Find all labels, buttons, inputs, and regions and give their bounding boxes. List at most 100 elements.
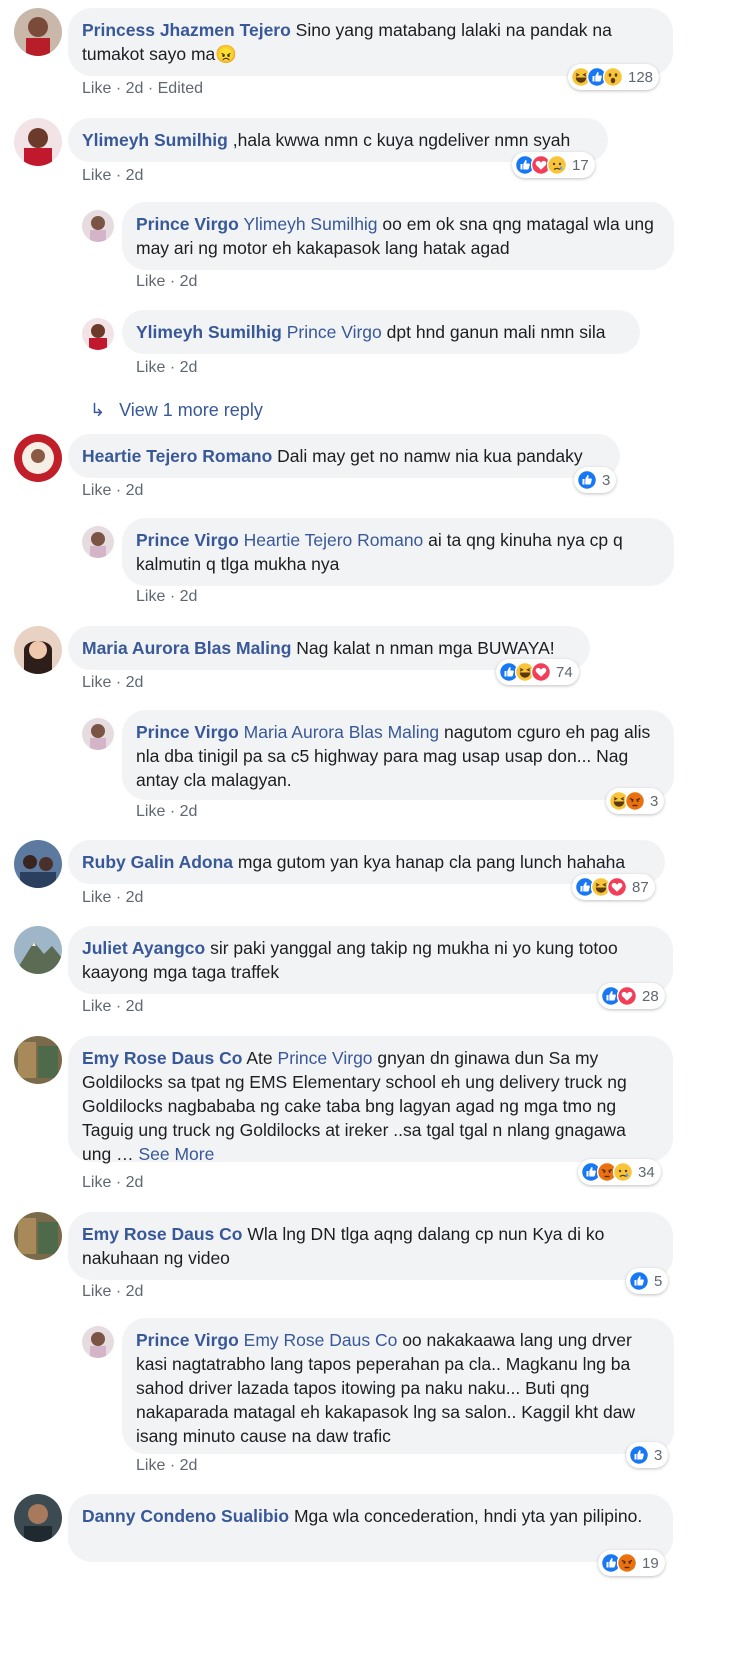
avatar[interactable] <box>14 1036 62 1084</box>
comment-meta: Like · 2d <box>82 167 144 184</box>
avatar[interactable] <box>82 318 114 350</box>
avatar[interactable] <box>82 526 114 558</box>
reply-bubble: Prince Virgo Emy Rose Daus Co oo nakakaa… <box>122 1318 674 1454</box>
timestamp[interactable]: 2d <box>126 482 144 499</box>
reaction-summary[interactable]: 87 <box>572 874 655 900</box>
reply-bubble: Prince Virgo Heartie Tejero Romano ai ta… <box>122 518 674 586</box>
reply-arrow-icon: ↳ <box>90 400 106 420</box>
like-link[interactable]: Like <box>82 482 111 499</box>
comment-author[interactable]: Ylimeyh Sumilhig <box>82 130 228 150</box>
avatar[interactable] <box>14 1212 62 1260</box>
like-link[interactable]: Like <box>136 1457 165 1474</box>
timestamp[interactable]: 2d <box>126 998 144 1015</box>
like-link[interactable]: Like <box>136 803 165 820</box>
reply-author[interactable]: Prince Virgo <box>136 1330 239 1350</box>
comment-meta: Like · 2d <box>82 1283 144 1300</box>
reaction-summary[interactable]: 3 <box>626 1442 669 1468</box>
reaction-summary[interactable]: 3 <box>574 467 617 493</box>
reply-text: dpt hnd ganun mali nmn sila <box>386 322 606 342</box>
mention-link[interactable]: Heartie Tejero Romano <box>244 530 424 550</box>
timestamp[interactable]: 2d <box>180 359 198 376</box>
love-icon <box>617 986 637 1006</box>
reaction-summary[interactable]: 34 <box>578 1159 661 1185</box>
sad-icon <box>613 1162 633 1182</box>
like-link[interactable]: Like <box>82 998 111 1015</box>
timestamp[interactable]: 2d <box>126 1283 144 1300</box>
comment-meta: Like · 2d <box>82 674 144 691</box>
like-link[interactable]: Like <box>136 273 165 290</box>
like-link[interactable]: Like <box>82 1174 111 1191</box>
timestamp[interactable]: 2d <box>126 167 144 184</box>
reply-author[interactable]: Prince Virgo <box>136 722 239 742</box>
like-link[interactable]: Like <box>82 167 111 184</box>
reaction-summary[interactable]: 5 <box>626 1268 669 1294</box>
timestamp[interactable]: 2d <box>126 80 144 97</box>
timestamp[interactable]: 2d <box>126 889 144 906</box>
avatar[interactable] <box>14 926 62 974</box>
timestamp[interactable]: 2d <box>180 803 198 820</box>
reaction-summary[interactable]: 128 <box>568 64 660 90</box>
comment-author[interactable]: Danny Condeno Sualibio <box>82 1506 289 1526</box>
avatar[interactable] <box>14 840 62 888</box>
avatar[interactable] <box>14 1494 62 1542</box>
angry-icon <box>617 1553 637 1573</box>
comment-author[interactable]: Heartie Tejero Romano <box>82 446 272 466</box>
like-icon <box>577 470 597 490</box>
reply-author[interactable]: Prince Virgo <box>136 530 239 550</box>
reply-meta: Like · 2d <box>136 359 198 376</box>
avatar[interactable] <box>82 1326 114 1358</box>
reaction-count: 5 <box>654 1272 663 1290</box>
comment-text: mga gutom yan kya hanap cla pang lunch h… <box>237 852 626 872</box>
avatar[interactable] <box>14 626 62 674</box>
comment-meta: Like · 2d <box>82 889 144 906</box>
reply-meta: Like · 2d <box>136 273 198 290</box>
reaction-count: 3 <box>650 792 659 810</box>
reaction-summary[interactable]: 74 <box>496 659 579 685</box>
comment-meta: Like · 2d <box>82 998 144 1015</box>
reply-author[interactable]: Prince Virgo <box>136 214 239 234</box>
view-more-replies-link[interactable]: ↳ View 1 more reply <box>90 400 263 421</box>
avatar[interactable] <box>82 718 114 750</box>
mention-link[interactable]: Maria Aurora Blas Maling <box>244 722 440 742</box>
reaction-count: 17 <box>572 156 589 174</box>
like-link[interactable]: Like <box>82 1283 111 1300</box>
timestamp[interactable]: 2d <box>126 674 144 691</box>
like-link[interactable]: Like <box>136 588 165 605</box>
comment-bubble: Juliet Ayangco sir paki yanggal ang taki… <box>68 926 673 994</box>
edited-label[interactable]: Edited <box>158 80 203 97</box>
timestamp[interactable]: 2d <box>180 273 198 290</box>
like-icon <box>629 1445 649 1465</box>
comment-meta: Like · 2d · Edited <box>82 80 203 97</box>
mention-link[interactable]: Ylimeyh Sumilhig <box>243 214 377 234</box>
comment-author[interactable]: Princess Jhazmen Tejero <box>82 20 291 40</box>
like-link[interactable]: Like <box>82 80 111 97</box>
reaction-summary[interactable]: 3 <box>606 788 665 814</box>
like-link[interactable]: Like <box>82 674 111 691</box>
timestamp[interactable]: 2d <box>126 1174 144 1191</box>
reaction-summary[interactable]: 19 <box>598 1550 665 1576</box>
mention-link[interactable]: Emy Rose Daus Co <box>244 1330 398 1350</box>
reaction-count: 28 <box>642 987 659 1005</box>
comment-text: Dali may get no namw nia kua pandaky <box>277 446 583 466</box>
wow-icon <box>603 67 623 87</box>
comment-author[interactable]: Juliet Ayangco <box>82 938 205 958</box>
reply-author[interactable]: Ylimeyh Sumilhig <box>136 322 282 342</box>
reaction-summary[interactable]: 17 <box>512 152 595 178</box>
comment-author[interactable]: Maria Aurora Blas Maling <box>82 638 291 658</box>
timestamp[interactable]: 2d <box>180 1457 198 1474</box>
avatar[interactable] <box>14 434 62 482</box>
avatar[interactable] <box>14 118 62 166</box>
comment-author[interactable]: Emy Rose Daus Co <box>82 1224 242 1244</box>
comment-author[interactable]: Ruby Galin Adona <box>82 852 233 872</box>
like-link[interactable]: Like <box>136 359 165 376</box>
avatar[interactable] <box>14 8 62 56</box>
reply-meta: Like · 2d <box>136 588 198 605</box>
comment-author[interactable]: Emy Rose Daus Co <box>82 1048 242 1068</box>
mention-link[interactable]: Prince Virgo <box>287 322 382 342</box>
avatar[interactable] <box>82 210 114 242</box>
like-link[interactable]: Like <box>82 889 111 906</box>
mention-link[interactable]: Prince Virgo <box>278 1048 373 1068</box>
see-more-link[interactable]: See More <box>138 1144 214 1164</box>
reaction-summary[interactable]: 28 <box>598 983 665 1009</box>
timestamp[interactable]: 2d <box>180 588 198 605</box>
